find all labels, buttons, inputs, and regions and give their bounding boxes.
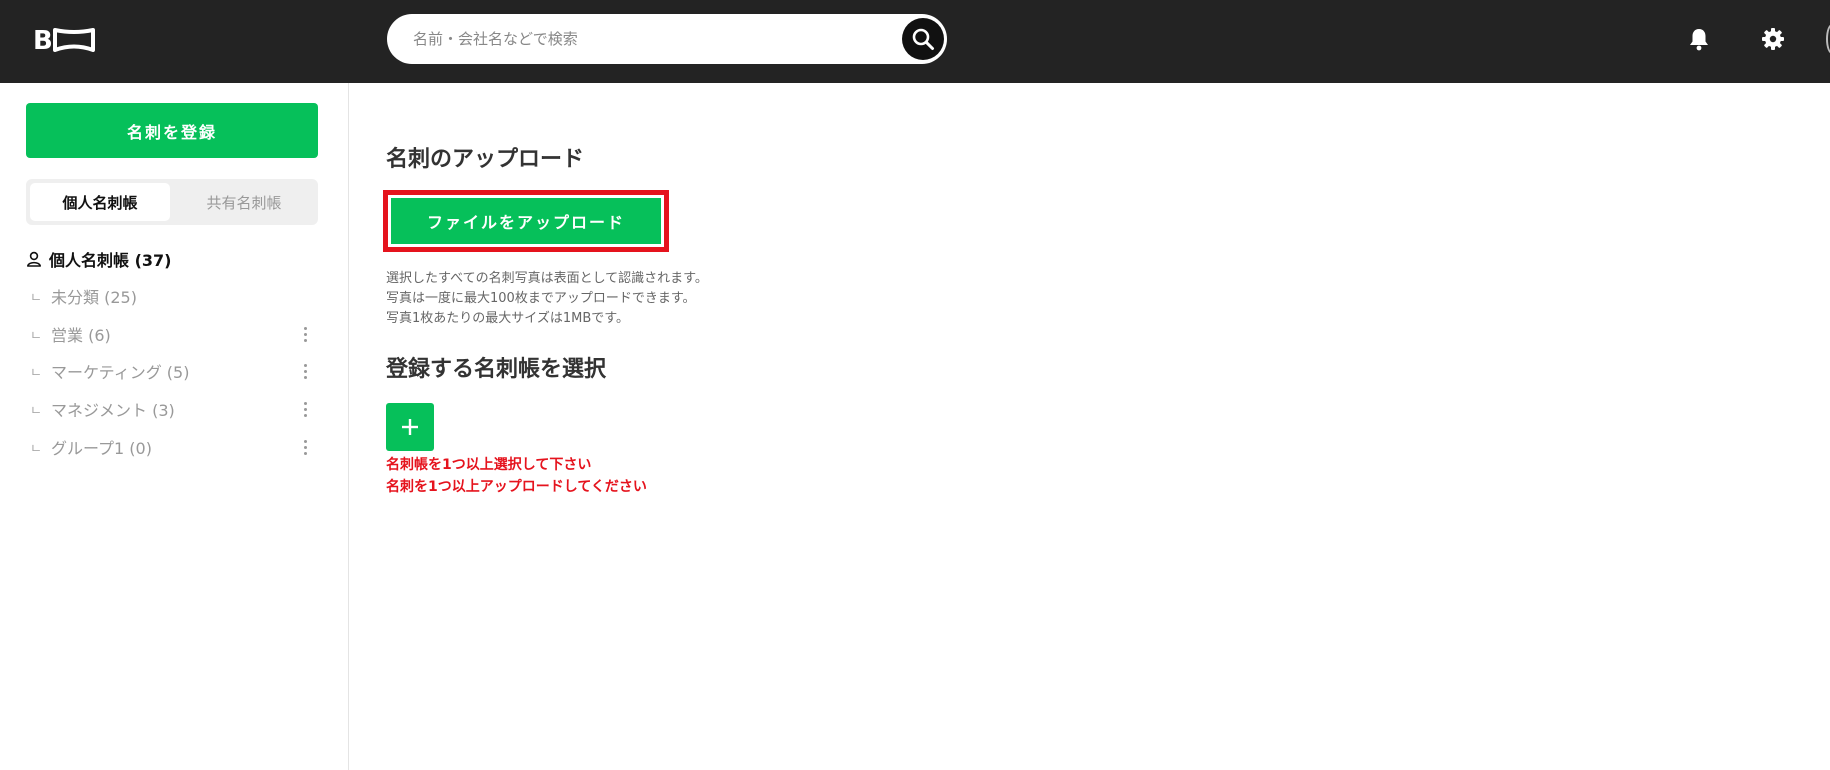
logo-icon[interactable]: B: [33, 26, 95, 52]
upload-note: 選択したすべての名刺写真は表面として認識されます。: [386, 271, 708, 286]
tree-item-label: 営業 (6): [51, 326, 111, 345]
plus-icon: [402, 419, 418, 435]
error-message: 名刺を1つ以上アップロードしてください: [386, 479, 647, 495]
branch-icon: ㄴ: [30, 290, 42, 306]
search-bar: [387, 14, 947, 64]
top-header: B: [0, 0, 1830, 83]
upload-highlight-frame: ファイルをアップロード: [383, 190, 669, 252]
branch-icon: ㄴ: [30, 403, 42, 419]
upload-note: 写真1枚あたりの最大サイズは1MBです。: [386, 311, 629, 326]
tree-item-label: 未分類 (25): [51, 288, 137, 307]
tab-personal-card-book[interactable]: 個人名刺帳: [30, 183, 170, 221]
tree-item-management[interactable]: ㄴ マネジメント (3): [30, 396, 320, 422]
svg-text:B: B: [33, 26, 53, 52]
tab-shared-card-book[interactable]: 共有名刺帳: [174, 183, 314, 221]
branch-icon: ㄴ: [30, 328, 42, 344]
sidebar: 名刺を登録 個人名刺帳 共有名刺帳 個人名刺帳 (37) ㄴ 未分類 (25) …: [0, 83, 349, 770]
upload-file-button[interactable]: ファイルをアップロード: [391, 198, 661, 244]
card-book-tabs: 個人名刺帳 共有名刺帳: [26, 179, 318, 225]
upload-heading: 名刺のアップロード: [386, 147, 585, 172]
error-message: 名刺帳を1つ以上選択して下さい: [386, 457, 592, 473]
settings-button[interactable]: [1758, 24, 1788, 54]
upload-note: 写真は一度に最大100枚までアップロードできます。: [386, 291, 696, 306]
tree-item-uncategorized[interactable]: ㄴ 未分類 (25): [30, 283, 320, 309]
register-card-button[interactable]: 名刺を登録: [26, 103, 318, 158]
search-input[interactable]: [413, 14, 883, 64]
tree-root-personal[interactable]: 個人名刺帳 (37): [26, 246, 171, 272]
gear-icon: [1762, 28, 1784, 50]
upload-notes: 選択したすべての名刺写真は表面として認識されます。 写真は一度に最大100枚まで…: [386, 269, 708, 329]
tree-item-label: マーケティング (5): [51, 363, 190, 382]
notification-bell-button[interactable]: [1684, 24, 1714, 54]
branch-icon: ㄴ: [30, 365, 42, 381]
add-card-book-button[interactable]: [386, 403, 434, 451]
main-content: 名刺のアップロード ファイルをアップロード 選択したすべての名刺写真は表面として…: [350, 83, 1830, 770]
select-card-book-heading: 登録する名刺帳を選択: [386, 357, 607, 382]
bell-icon: [1690, 29, 1708, 51]
search-icon: [912, 28, 934, 50]
tree-item-marketing[interactable]: ㄴ マーケティング (5): [30, 358, 320, 384]
tree-item-sales[interactable]: ㄴ 営業 (6): [30, 321, 320, 347]
more-options-icon[interactable]: [300, 437, 310, 457]
branch-icon: ㄴ: [30, 441, 42, 457]
tree-item-group1[interactable]: ㄴ グループ1 (0): [30, 434, 320, 460]
tree-item-label: マネジメント (3): [51, 401, 175, 420]
more-options-icon[interactable]: [300, 324, 310, 344]
more-options-icon[interactable]: [300, 361, 310, 381]
search-button[interactable]: [902, 18, 944, 60]
avatar[interactable]: [1826, 24, 1830, 54]
more-options-icon[interactable]: [300, 399, 310, 419]
person-icon: [27, 251, 41, 267]
tree-item-label: グループ1 (0): [51, 439, 152, 458]
tree-root-label: 個人名刺帳 (37): [49, 251, 172, 270]
